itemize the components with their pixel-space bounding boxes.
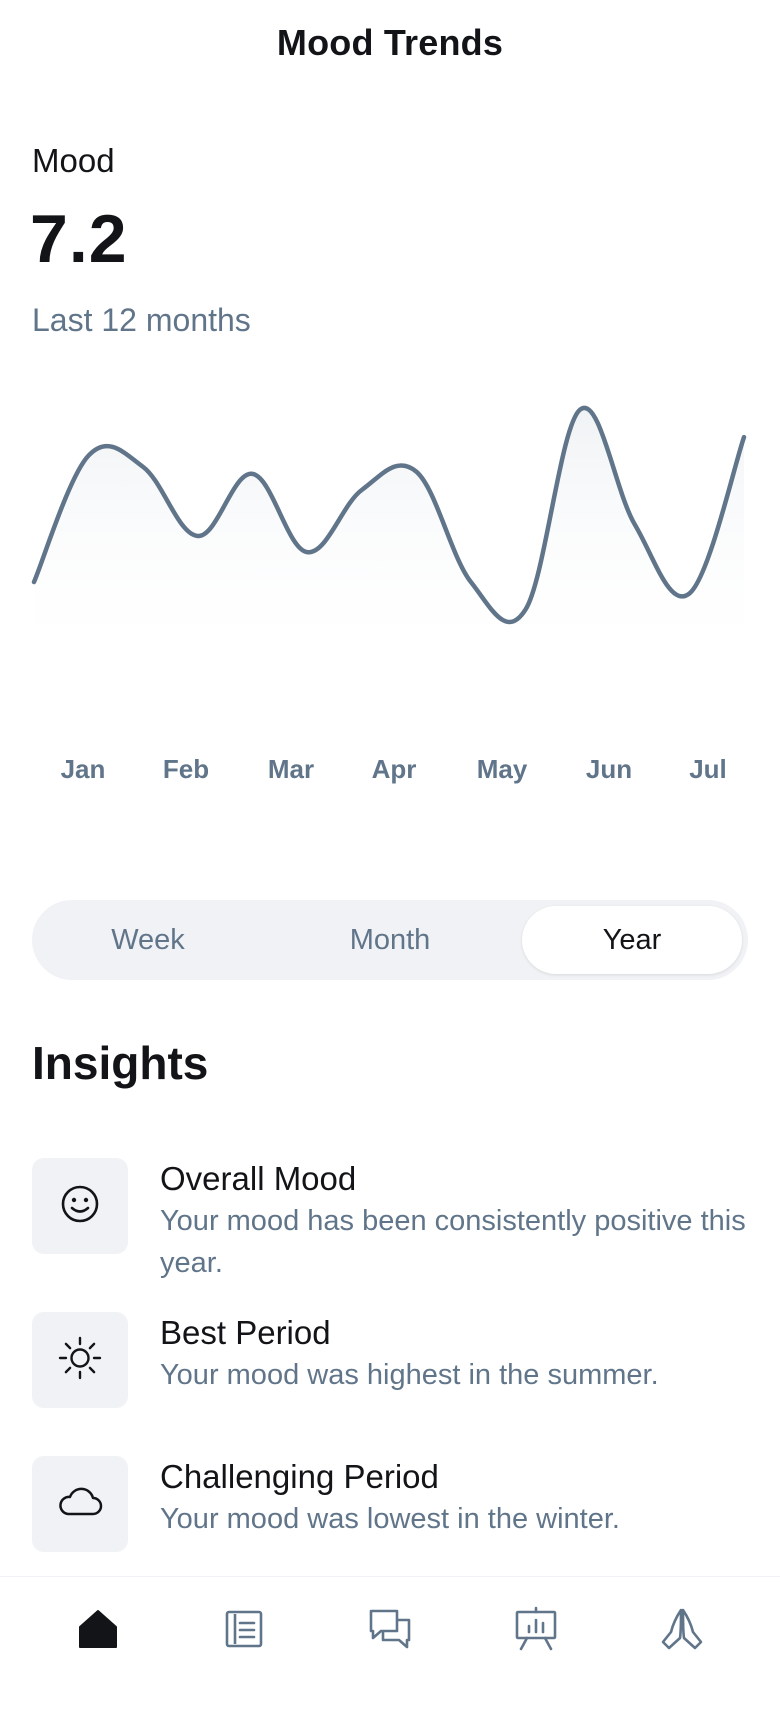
journal-icon: [223, 1608, 265, 1655]
insight-description: Your mood has been consistently positive…: [160, 1205, 746, 1279]
insight-icon-box: [32, 1456, 128, 1552]
mood-chart: [30, 380, 750, 710]
sun-icon: [57, 1335, 103, 1386]
insight-title: Best Period: [160, 1314, 331, 1351]
chart-x-axis: Jan Feb Mar Apr May Jun Jul: [30, 754, 750, 794]
segment-week[interactable]: Week: [38, 906, 258, 974]
cloud-icon: [55, 1482, 105, 1527]
insight-description: Your mood was lowest in the winter.: [160, 1503, 620, 1535]
metric-period: Last 12 months: [32, 302, 251, 338]
presentation-chart-icon: [513, 1606, 559, 1657]
header: Mood Trends: [0, 22, 780, 64]
x-tick-label: Mar: [267, 754, 315, 784]
x-tick-label: Feb: [162, 754, 210, 784]
insight-icon-box: [32, 1312, 128, 1408]
home-icon: [76, 1607, 120, 1656]
x-tick-label: Jun: [585, 754, 633, 784]
x-tick-label: May: [476, 754, 528, 784]
x-tick-label: Jul: [689, 754, 727, 784]
insight-title: Overall Mood: [160, 1160, 357, 1197]
nav-journal[interactable]: [214, 1601, 274, 1661]
insights-heading: Insights: [32, 1037, 209, 1089]
nav-home[interactable]: [68, 1601, 128, 1661]
nav-insights[interactable]: [506, 1601, 566, 1661]
insight-description: Your mood was highest in the summer.: [160, 1359, 659, 1391]
praying-hands-icon: [659, 1606, 705, 1657]
mood-chart-svg: [31, 405, 747, 650]
page-title: Mood Trends: [276, 22, 504, 63]
chat-icon: [367, 1607, 413, 1656]
smiley-icon: [60, 1184, 100, 1229]
segment-month[interactable]: Month: [280, 906, 500, 974]
x-tick-label: Apr: [371, 754, 417, 784]
insight-icon-box: [32, 1158, 128, 1254]
metric-value: 7.2: [30, 201, 128, 277]
insight-title: Challenging Period: [160, 1458, 439, 1495]
x-tick-label: Jan: [60, 754, 106, 784]
metric-label: Mood: [32, 142, 115, 179]
period-segmented-control: Week Month Year: [32, 900, 748, 980]
bottom-navigation: [0, 1576, 780, 1722]
segment-year[interactable]: Year: [522, 906, 742, 974]
nav-meditate[interactable]: [652, 1601, 712, 1661]
nav-chat[interactable]: [360, 1601, 420, 1661]
